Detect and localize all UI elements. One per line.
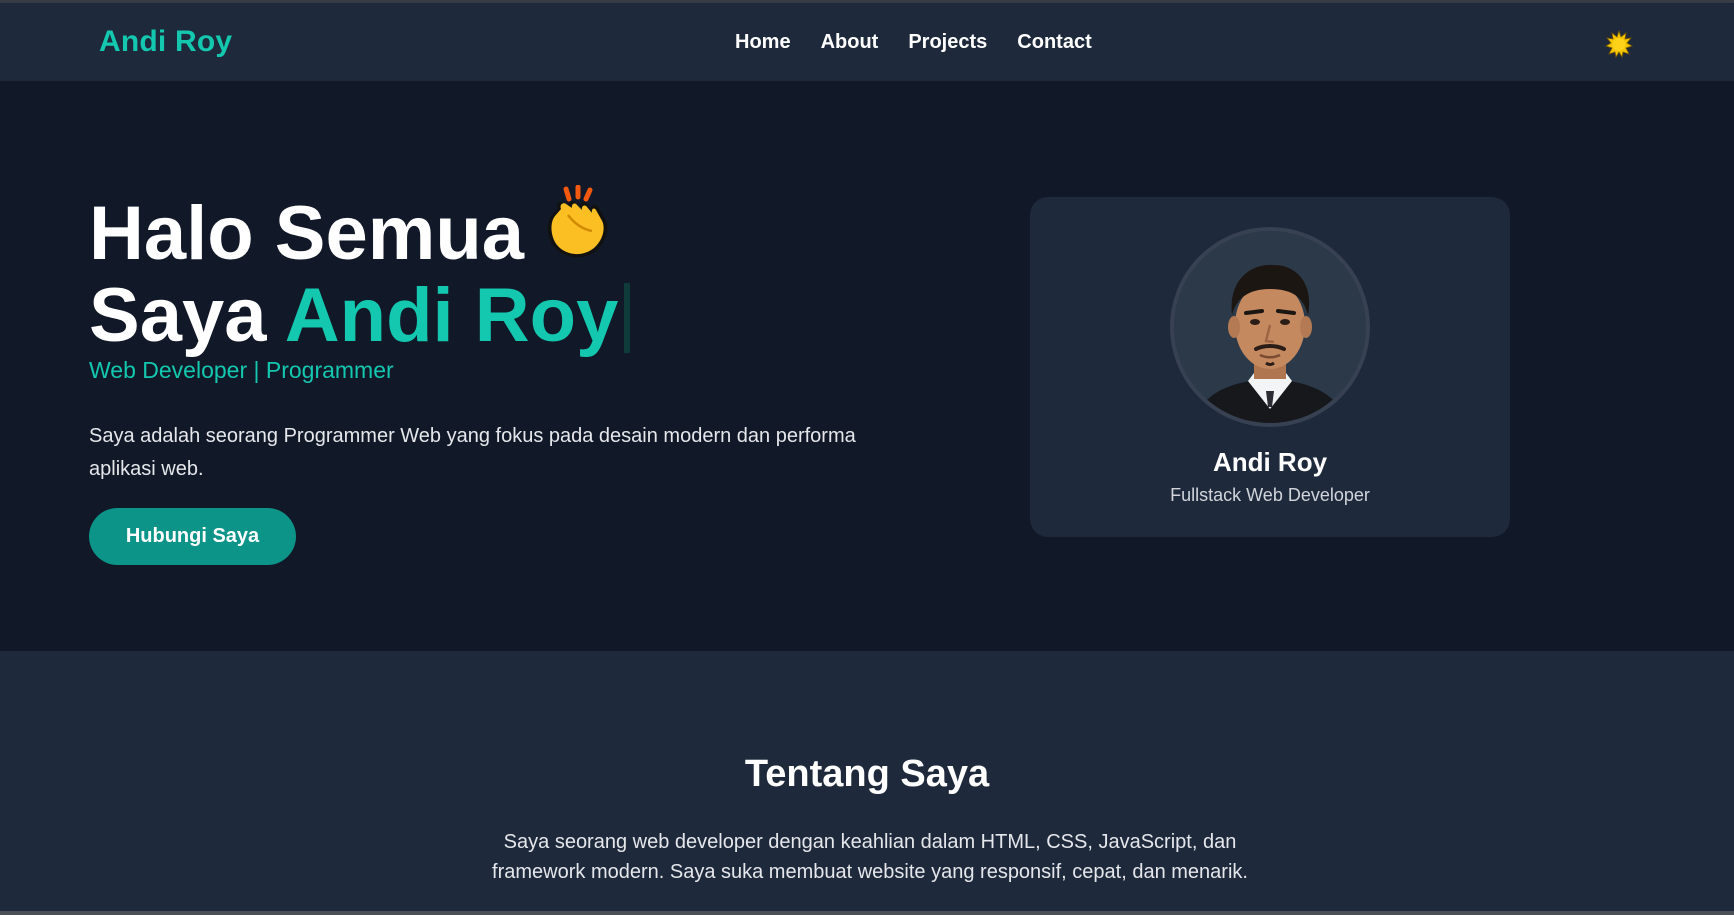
nav-item-projects[interactable]: Projects (908, 31, 987, 54)
navbar: Andi Roy Home About Projects Contact (0, 3, 1734, 81)
sun-icon (1605, 30, 1633, 58)
hero-heading-line-1: Halo Semua (89, 184, 630, 278)
hero-heading-line-2: Saya Andi Roy (89, 278, 631, 354)
profile-role: Fullstack Web Developer (1170, 485, 1370, 505)
hero-greeting: Halo Semua (89, 191, 525, 276)
brand-logo[interactable]: Andi Roy (99, 25, 232, 59)
profile-name: Andi Roy (1212, 447, 1328, 477)
nav-item-home[interactable]: Home (735, 31, 791, 54)
nav-item-about[interactable]: About (821, 31, 879, 54)
theme-toggle-button[interactable] (1604, 29, 1634, 59)
hero-heading: Halo Semua Saya Andi Roy (89, 184, 631, 354)
about-title: Tentang Saya (744, 753, 990, 795)
profile-card: Andi Roy Fullstack Web Developer (1030, 197, 1510, 537)
contact-me-button[interactable]: Hubungi Saya (89, 508, 296, 565)
hero-subtitle: Web Developer | Programmer (89, 357, 394, 383)
hero-name: Andi Roy (284, 273, 619, 358)
hero-intro-word: Saya (89, 273, 267, 358)
window-bottom-border (0, 911, 1734, 915)
about-section: Tentang Saya Saya seorang web developer … (0, 651, 1734, 913)
about-text: Saya seorang web developer dengan keahli… (492, 831, 1248, 883)
nav-item-contact[interactable]: Contact (1017, 31, 1091, 54)
hero-description: Saya adalah seorang Programmer Web yang … (89, 425, 856, 480)
typing-cursor (624, 283, 631, 353)
nav-links: Home About Projects Contact (735, 31, 1092, 54)
hero-section: Halo Semua Saya Andi Roy Web Developer |… (0, 81, 1734, 651)
clapping-hands-icon (538, 184, 616, 278)
avatar (1170, 227, 1370, 427)
